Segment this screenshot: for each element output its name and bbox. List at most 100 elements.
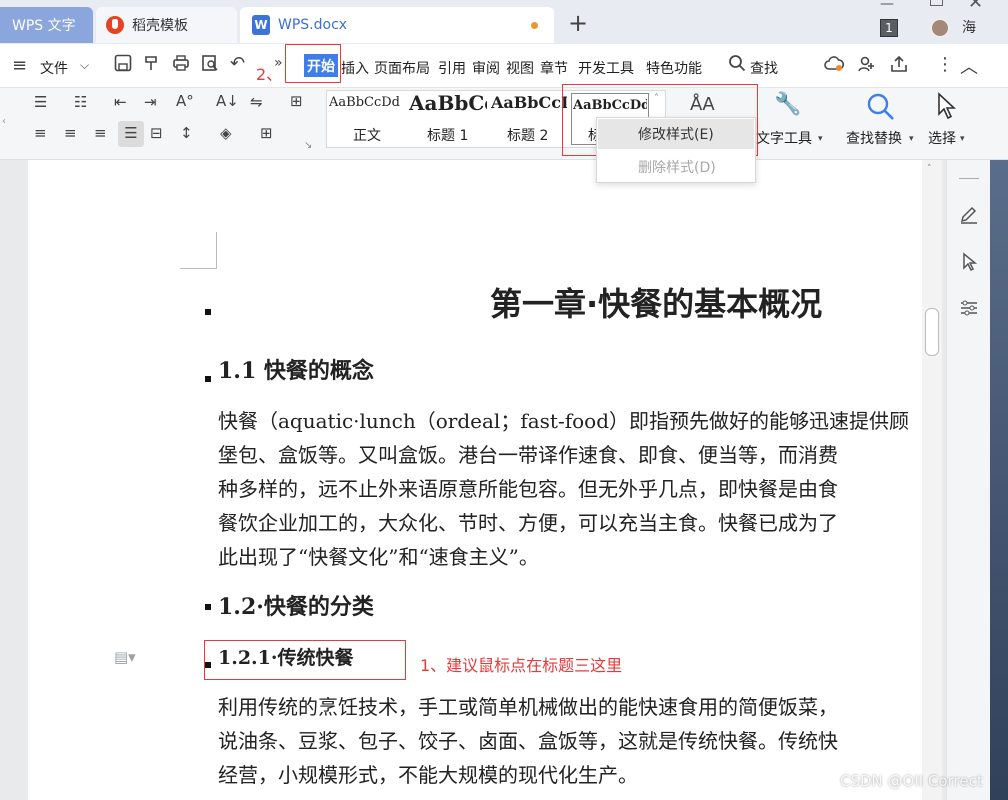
new-tab-button[interactable]: + (568, 11, 588, 35)
scrollbar-thumb[interactable] (925, 308, 939, 356)
heading-1-2[interactable]: 1.2·快餐的分类 (218, 590, 374, 624)
print-icon[interactable] (172, 54, 190, 76)
increase-indent-icon[interactable]: ⇥ (144, 93, 157, 111)
numbered-list-icon[interactable]: ☷ (74, 93, 87, 111)
change-case-icon[interactable]: A° (176, 92, 194, 110)
sidebar-divider (959, 178, 979, 179)
table-layout-icon[interactable]: ⊞ (290, 92, 303, 110)
tab-view[interactable]: 视图 (506, 58, 534, 78)
share-icon[interactable] (890, 55, 908, 77)
search-label[interactable]: 查找 (750, 58, 778, 78)
heading-1-2-1[interactable]: 1.2.1·传统快餐 (218, 641, 354, 675)
paragraph-line[interactable]: 种多样的，远不止外来语原意所能包容。但无外乎几点，即快餐是由食 (218, 472, 838, 506)
sort-icon[interactable]: A↓ (216, 92, 239, 110)
tab-page-layout[interactable]: 页面布局 (374, 58, 430, 78)
bullet-list-icon[interactable]: ☰ (34, 93, 47, 111)
line-spacing-icon[interactable]: ↕ (180, 124, 193, 142)
text-tools-button[interactable]: 文字工具 (756, 128, 812, 148)
tab-insert[interactable]: 插入 (341, 58, 369, 78)
shading-icon[interactable]: ◈ (220, 124, 232, 142)
style-heading-2-name: 标题 2 (507, 128, 549, 144)
cloud-sync-icon[interactable] (824, 55, 845, 77)
heading-1-1[interactable]: 1.1 快餐的概念 (218, 354, 374, 388)
maximize-icon[interactable] (930, 0, 943, 6)
text-tools-chevron-down-icon[interactable]: ▾ (818, 134, 823, 144)
paragraph-line[interactable]: 此出现了“快餐文化”和“速食主义”。 (218, 540, 539, 574)
document-page[interactable]: 第一章·快餐的基本概况 1.1 快餐的概念 快餐（aquatic·lunch（o… (28, 160, 923, 800)
tab-review[interactable]: 审阅 (472, 58, 500, 78)
modify-style-menu-item[interactable]: 修改样式(E) (598, 119, 754, 149)
daoke-logo-icon (106, 16, 124, 34)
print-preview-icon[interactable] (201, 54, 219, 76)
paragraph-format-icon[interactable]: ▤▾ (114, 648, 136, 666)
distributed-align-icon[interactable]: ⊟ (150, 124, 163, 142)
ribbon-scroll-left-icon[interactable]: ‹ (2, 116, 6, 127)
user-name[interactable]: 海 (962, 17, 976, 37)
paragraph-line[interactable]: 堡包、盒饭等。又叫盒饭。港台一带译作速食、即食、便当等，而消费 (218, 438, 838, 472)
align-right-icon[interactable]: ≡ (94, 124, 107, 142)
find-replace-chevron-down-icon[interactable]: ▾ (909, 134, 914, 144)
save-icon[interactable] (114, 54, 132, 76)
select-cursor-icon[interactable] (936, 92, 958, 124)
avatar[interactable] (930, 18, 950, 38)
tab-start[interactable]: 开始 (304, 54, 338, 77)
ribbon: ‹ ☰ ☷ ⇤ ⇥ A° A↓ ⇋ ⊞ ≡ ≡ ≡ ☰ ⊟ ↕ ◈ ⊞ ↘ Aa… (0, 88, 1008, 160)
margin-mark (216, 232, 217, 269)
right-sidebar (946, 160, 990, 800)
delete-style-menu-item[interactable]: 删除样式(D) (598, 152, 754, 182)
margin-mark (180, 268, 217, 269)
style-heading-2[interactable]: AaBbCcI 标题 2 (489, 91, 569, 147)
paragraph-line[interactable]: 利用传统的烹饪技术，手工或简单机械做出的能快速食用的简便饭菜， (218, 690, 838, 724)
align-center-icon[interactable]: ≡ (64, 124, 77, 142)
justify-icon[interactable]: ☰ (118, 121, 144, 147)
window-count-badge[interactable]: 1 (880, 19, 898, 37)
menu-bar: ≡ 文件 ⌵ ↶ 2、 » 开始 插入 页面布局 引用 审阅 视图 章节 开发工… (0, 44, 1008, 88)
more-options-icon[interactable]: ⋮ (936, 54, 954, 75)
hamburger-menu-icon[interactable]: ≡ (12, 55, 27, 76)
settings-sliders-icon[interactable] (959, 298, 979, 322)
wrench-icon[interactable]: 🔧 (774, 92, 801, 117)
find-replace-button[interactable]: 查找替换 (846, 128, 902, 148)
decrease-indent-icon[interactable]: ⇤ (114, 93, 127, 111)
tab-daoke-templates[interactable]: 稻壳模板 (96, 7, 237, 43)
paragraph-settings-icon[interactable]: ↘ (304, 140, 312, 151)
style-heading-1[interactable]: AaBbCc 标题 1 (407, 91, 489, 147)
edit-pen-icon[interactable] (959, 204, 979, 228)
chapter-title[interactable]: 第一章·快餐的基本概况 (490, 284, 822, 324)
file-menu[interactable]: 文件 (40, 58, 68, 78)
title-bar: WPS 文字 稻壳模板 W WPS.docx + — ✕ 1 海 (0, 0, 1008, 44)
vertical-scrollbar[interactable] (922, 160, 942, 800)
tab-document[interactable]: W WPS.docx (240, 7, 554, 43)
minimize-icon[interactable]: — (880, 0, 894, 12)
align-left-icon[interactable]: ≡ (34, 124, 47, 142)
borders-icon[interactable]: ⊞ (260, 124, 273, 142)
style-heading-1-name: 标题 1 (427, 128, 469, 144)
find-replace-icon[interactable] (866, 92, 896, 126)
select-pointer-icon[interactable] (961, 252, 979, 276)
add-collaborator-icon[interactable] (857, 55, 875, 77)
close-icon[interactable]: ✕ (968, 0, 983, 13)
collapse-ribbon-icon[interactable]: ︿ (960, 53, 978, 79)
tab-wps-writer[interactable]: WPS 文字 (0, 7, 93, 43)
unsaved-indicator (531, 22, 538, 29)
scroll-up-icon[interactable]: ˄ (927, 164, 932, 174)
search-icon[interactable] (728, 54, 746, 76)
paragraph-line[interactable]: 餐饮企业加工的，大众化、节时、方便，可以充当主食。快餐已成为了 (218, 506, 838, 540)
undo-icon[interactable]: ↶ (230, 53, 245, 74)
tab-references[interactable]: 引用 (438, 58, 466, 78)
paragraph-line[interactable]: 快餐（aquatic·lunch（ordeal；fast-food）即指预先做好… (218, 404, 909, 438)
chevron-down-icon[interactable]: ⌵ (80, 58, 89, 73)
tab-section[interactable]: 章节 (540, 58, 568, 78)
style-normal[interactable]: AaBbCcDd 正文 (327, 91, 407, 147)
line-break-icon[interactable]: ⇋ (250, 93, 263, 111)
tab-special-features[interactable]: 特色功能 (646, 58, 702, 78)
more-icon[interactable]: » (274, 55, 283, 71)
format-painter-icon[interactable] (143, 54, 161, 76)
step-1-annotation: 1、建议鼠标点在标题三这里 (420, 656, 623, 675)
select-chevron-down-icon[interactable]: ▾ (960, 134, 965, 144)
tab-developer[interactable]: 开发工具 (578, 58, 634, 78)
paragraph-line[interactable]: 经营，小规模形式，不能大规模的现代化生产。 (218, 758, 638, 792)
paragraph-line[interactable]: 说油条、豆浆、包子、饺子、卤面、盒饭等，这就是传统快餐。传统快 (218, 724, 838, 758)
select-button[interactable]: 选择 (928, 128, 956, 148)
word-doc-icon: W (252, 15, 270, 35)
